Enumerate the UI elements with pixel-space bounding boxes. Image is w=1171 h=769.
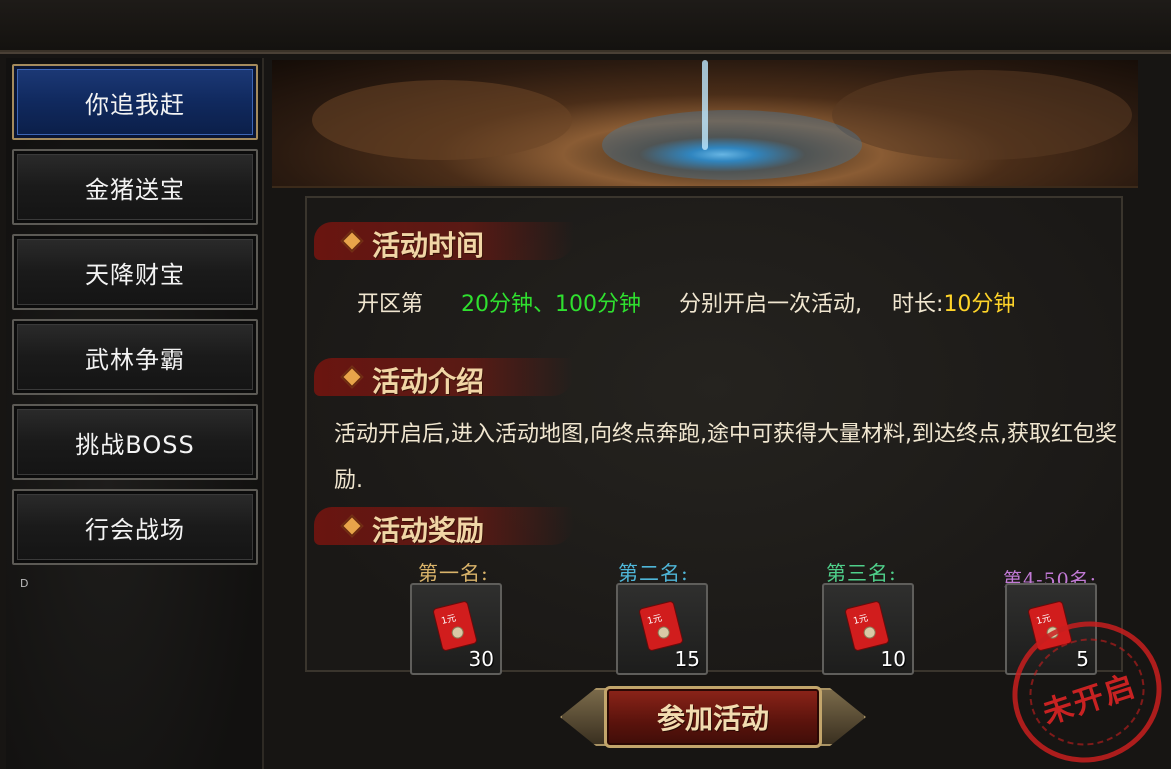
reward-slot-second[interactable]: 1元 15 [616,583,708,675]
sidebar-item-guild-battlefield[interactable]: 行会战场 [12,489,258,565]
sidebar-item-sky-treasure[interactable]: 天降财宝 [12,234,258,310]
join-event-button[interactable]: 参加活动 [560,678,866,758]
sidebar-item-label: 你追我赶 [85,90,185,119]
sidebar-mark: D [20,577,29,590]
reward-slot-third[interactable]: 1元 10 [822,583,914,675]
reward-quantity: 15 [674,647,700,671]
event-time-minutes: 20分钟、100分钟 [461,292,642,317]
sidebar-item-label: 武林争霸 [85,345,185,374]
sidebar-item-martial-contest[interactable]: 武林争霸 [12,319,258,395]
reward-quantity: 10 [880,647,906,671]
sidebar-item-golden-pig[interactable]: 金猪送宝 [12,149,258,225]
event-intro-text: 活动开启后,进入活动地图,向终点奔跑,途中可获得大量材料,到达终点,获取红包奖励… [334,422,1117,493]
red-envelope-icon: 1元 [639,601,683,651]
sidebar-item-label: 挑战BOSS [75,430,195,459]
join-event-label: 参加活动 [656,702,769,735]
red-envelope-icon: 1元 [433,601,477,651]
sidebar-item-boss-challenge[interactable]: 挑战BOSS [12,404,258,480]
sidebar: 你追我赶 金猪送宝 天降财宝 武林争霸 挑战BOSS 行会战场 [6,58,264,769]
rank-label-second: 第二名: [618,561,689,585]
section-title-rewards: 活动奖励 [314,503,574,549]
rank-label-first: 第一名: [418,561,489,585]
top-bar [0,0,1171,52]
rank-label-third: 第三名: [826,561,897,585]
red-envelope-icon: 1元 [845,601,889,651]
event-time-text: 开区第 20分钟、100分钟 分别开启一次活动, 时长:10分钟 [357,292,1016,317]
reward-slot-first[interactable]: 1元 30 [410,583,502,675]
section-title-time: 活动时间 [314,218,574,264]
sidebar-item-label: 行会战场 [85,515,185,544]
section-title-intro: 活动介绍 [314,354,574,400]
event-duration-value: 10分钟 [943,292,1016,317]
sidebar-item-label: 天降财宝 [85,260,185,289]
event-banner-image [272,60,1138,188]
reward-quantity: 30 [468,647,494,671]
sidebar-item-label: 金猪送宝 [85,175,185,204]
sidebar-item-chase[interactable]: 你追我赶 [12,64,258,140]
